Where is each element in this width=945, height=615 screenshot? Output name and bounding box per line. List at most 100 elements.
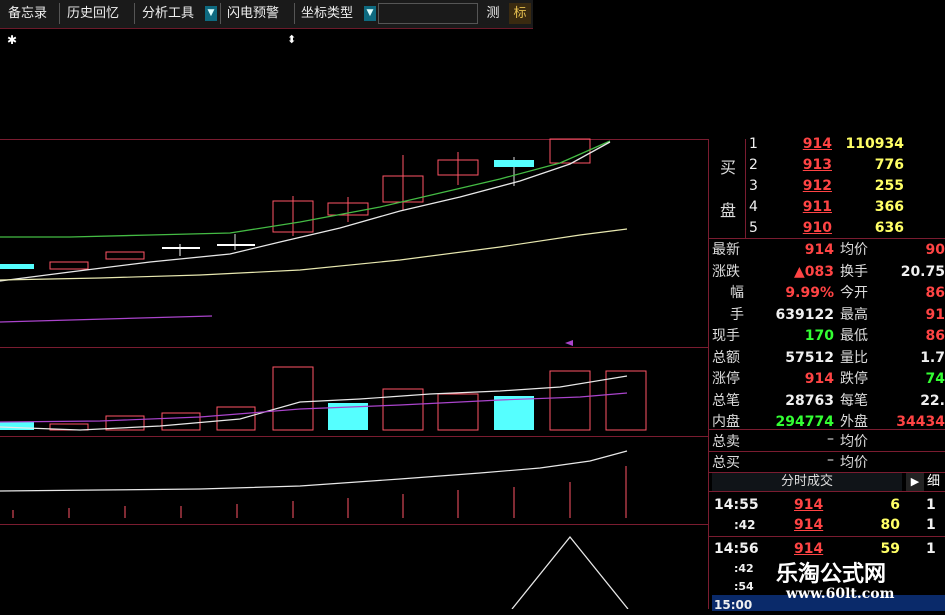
buy-volume: 110934 xyxy=(845,136,904,152)
volume-bar xyxy=(494,396,534,430)
open-value: 86 xyxy=(925,285,945,301)
trades-value: 28763 xyxy=(785,392,834,409)
tick-flag: 1 xyxy=(926,517,936,533)
play-icon[interactable]: ▶ xyxy=(906,473,924,491)
ticks-header-label: 分时成交 xyxy=(780,474,833,489)
high-label: 最高 xyxy=(840,306,868,323)
total-buy-value: – xyxy=(827,452,834,468)
turnover-value: 20.75 xyxy=(900,263,945,280)
per-trade-label: 每笔 xyxy=(840,392,868,409)
tick-price: 914 xyxy=(794,517,824,533)
pct-label: 幅 xyxy=(730,285,744,301)
volume-bar xyxy=(0,422,34,430)
limitup-label: 涨停 xyxy=(712,371,740,387)
level-num: 2 xyxy=(749,157,758,173)
buy-price: 914 xyxy=(802,136,832,152)
detail-tab[interactable]: 细 xyxy=(927,473,945,491)
volume-bar xyxy=(605,370,647,431)
tick-volume: 80 xyxy=(880,517,900,533)
cur-label: 现手 xyxy=(712,328,740,344)
turnover-label: 换手 xyxy=(840,263,868,280)
amount-label: 总额 xyxy=(712,349,740,366)
volume-bar xyxy=(161,412,201,431)
buy-label: 盘 xyxy=(720,201,737,220)
ratio-label: 量比 xyxy=(840,349,868,366)
cur-value: 170 xyxy=(804,328,834,344)
candle xyxy=(217,244,255,246)
tick-volume: 6 xyxy=(890,497,900,513)
tick-row: 14:55 914 6 1 xyxy=(712,495,945,515)
avg-label: 均价 xyxy=(840,242,868,258)
volume-bar xyxy=(437,393,479,431)
amount-value: 57512 xyxy=(785,349,834,366)
hands-label: 手 xyxy=(730,306,744,323)
buy-volume: 366 xyxy=(874,199,904,215)
candle xyxy=(105,251,145,260)
indicator-triangle xyxy=(511,535,629,609)
buy-label: 买 xyxy=(720,158,737,177)
change-label: 涨跌 xyxy=(712,263,740,280)
hands-value: 639122 xyxy=(775,306,834,323)
watermark-url: www.60lt.com xyxy=(786,586,895,602)
candle xyxy=(549,138,591,164)
quote-panel: 最新 914 均价 90 涨跌 ▲083 换手 20.75 幅 9.99% 今开… xyxy=(712,240,945,434)
buy-volume: 636 xyxy=(874,220,904,236)
tick-time: :54 xyxy=(734,580,754,593)
buy-price: 913 xyxy=(802,157,832,173)
pct-value: 9.99% xyxy=(785,285,834,301)
trades-label: 总笔 xyxy=(712,392,740,409)
total-sell-row: 总卖 – 均价 xyxy=(712,431,945,451)
ma-green-line xyxy=(0,140,611,238)
level-num: 3 xyxy=(749,178,758,194)
per-trade-value: 22. xyxy=(920,392,945,409)
watermark-title: 乐淘公式网 xyxy=(776,562,887,587)
tick-time: 14:56 xyxy=(714,541,759,557)
change-value: ▲083 xyxy=(794,263,834,280)
candle xyxy=(0,264,34,269)
indicator-line xyxy=(0,450,628,492)
total-sell-label: 总卖 xyxy=(712,434,740,450)
tick-time: 14:55 xyxy=(714,497,759,513)
candle xyxy=(162,247,200,249)
low-value: 86 xyxy=(925,328,945,344)
tick-time: :42 xyxy=(734,562,754,575)
level-num: 1 xyxy=(749,136,758,152)
candles xyxy=(0,138,591,270)
ticks-header[interactable]: 分时成交 xyxy=(712,473,902,491)
order-book-prices: 914 913 912 911 910 xyxy=(790,134,832,239)
buy-price: 911 xyxy=(802,199,832,215)
total-buy-label: 总买 xyxy=(712,455,740,471)
total-buy-row: 总买 – 均价 xyxy=(712,452,945,472)
watermark: 乐淘公式网 www.60lt.com xyxy=(760,556,945,609)
high-value: 91 xyxy=(925,306,945,323)
total-buy-avg-label: 均价 xyxy=(840,455,868,471)
volume-bar xyxy=(549,370,591,431)
latest-label: 最新 xyxy=(712,242,740,258)
candle xyxy=(49,261,89,270)
marker-left-icon xyxy=(565,340,573,346)
latest-value: 914 xyxy=(804,242,834,258)
total-sell-avg-label: 均价 xyxy=(840,434,868,450)
avg-value: 90 xyxy=(925,242,945,258)
buy-price: 910 xyxy=(802,220,832,236)
limitdown-value: 74 xyxy=(925,371,945,387)
volume-bar xyxy=(272,366,314,431)
indicator-ticks xyxy=(12,466,627,518)
limitup-value: 914 xyxy=(804,371,834,387)
low-label: 最低 xyxy=(840,328,868,344)
level-num: 5 xyxy=(749,220,758,236)
order-book-levels: 1 2 3 4 5 xyxy=(749,136,758,239)
tick-time: :42 xyxy=(734,518,756,532)
tick-price: 914 xyxy=(794,497,824,513)
ma-purple-line xyxy=(0,315,213,323)
buy-volume: 255 xyxy=(874,178,904,194)
open-label: 今开 xyxy=(840,285,868,301)
buy-price: 912 xyxy=(802,178,832,194)
tick-time: 15:00 xyxy=(714,598,753,612)
volume-bar xyxy=(216,406,256,431)
order-book-volumes: 110934 776 255 366 636 xyxy=(836,134,904,239)
level-num: 4 xyxy=(749,199,758,215)
ratio-value: 1.7 xyxy=(920,349,945,366)
buy-volume: 776 xyxy=(874,157,904,173)
tick-row: :42 914 80 1 xyxy=(712,515,945,535)
